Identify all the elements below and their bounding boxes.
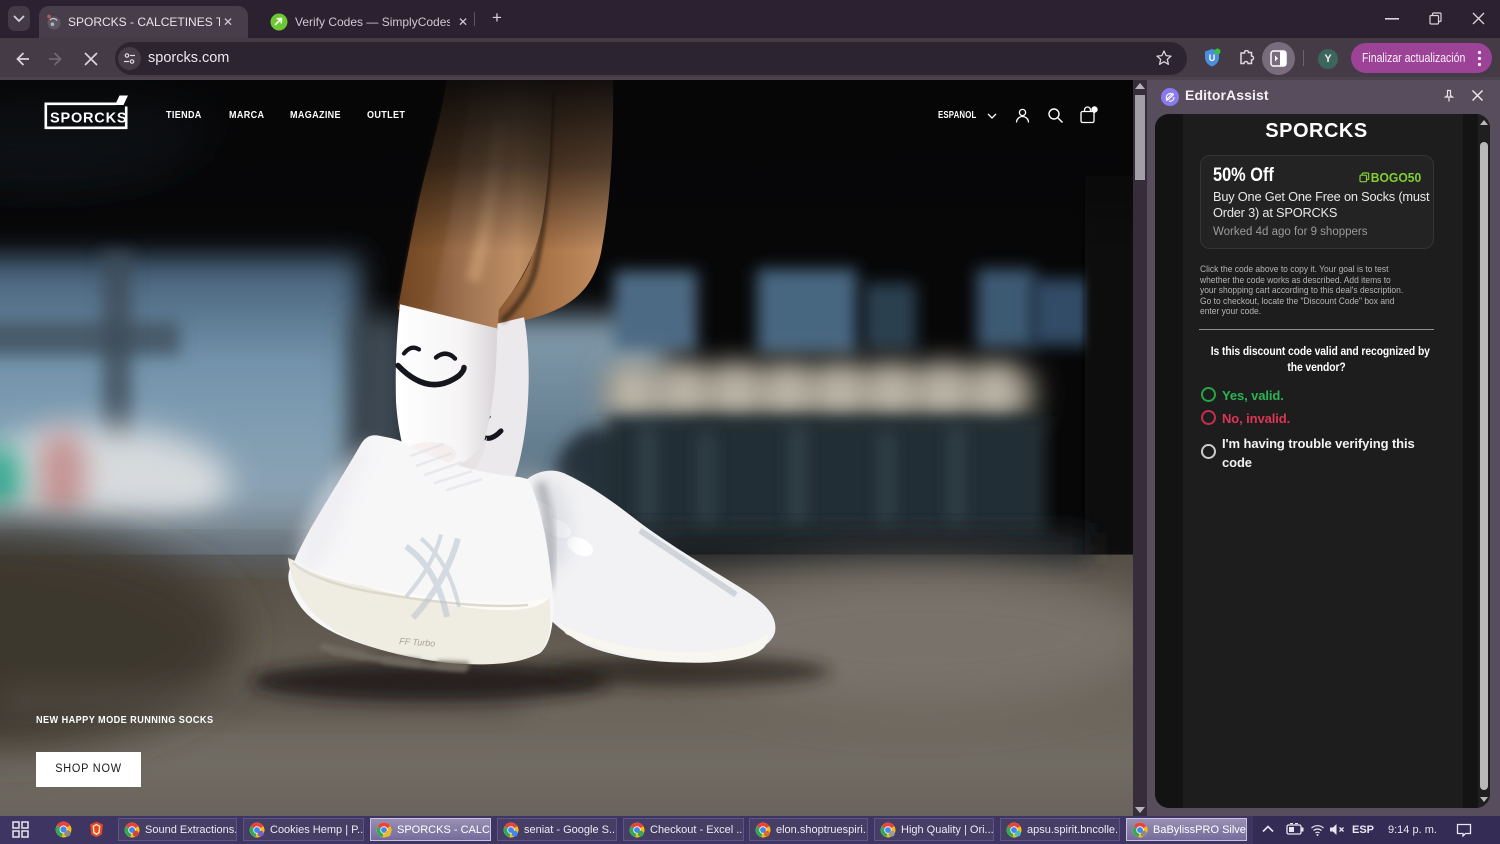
svg-text:U: U [1209, 53, 1216, 63]
svg-text:SPORCKS: SPORCKS [50, 111, 127, 127]
